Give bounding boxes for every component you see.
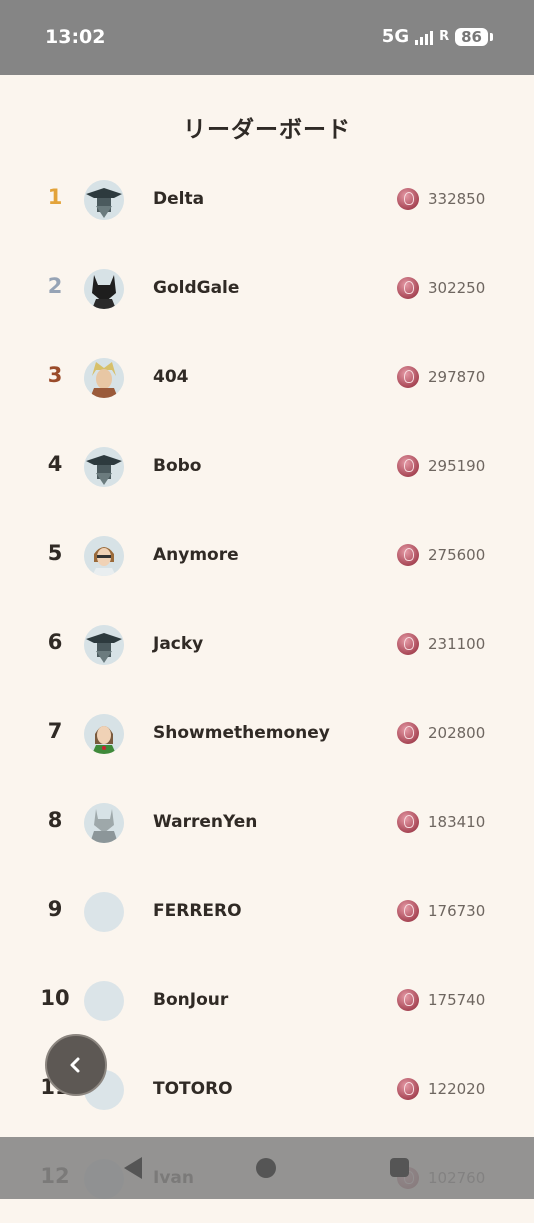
player-score: 332850 xyxy=(428,190,486,208)
avatar[interactable] xyxy=(84,981,124,1021)
player-name: TOTORO xyxy=(153,1079,233,1099)
player-name: GoldGale xyxy=(153,278,240,298)
leaderboard-row[interactable]: 3 404 297870 xyxy=(0,333,534,422)
rank-number: 8 xyxy=(47,808,63,832)
avatar[interactable] xyxy=(84,892,124,932)
player-score: 275600 xyxy=(428,546,486,564)
player-score: 302250 xyxy=(428,279,486,297)
leaderboard-row[interactable]: 1 Delta 332850 xyxy=(0,155,534,244)
player-score: 295190 xyxy=(428,457,486,475)
rank-number: 5 xyxy=(47,541,63,565)
avatar[interactable] xyxy=(84,180,124,220)
signal-icon xyxy=(415,29,434,45)
avatar[interactable] xyxy=(84,714,124,754)
player-name: FERRERO xyxy=(153,901,242,921)
system-nav-bar xyxy=(0,1137,534,1199)
avatar[interactable] xyxy=(84,803,124,843)
chevron-left-icon xyxy=(70,1057,80,1073)
coin-icon xyxy=(397,188,419,210)
player-score: 175740 xyxy=(428,991,486,1009)
player-name: 404 xyxy=(153,367,189,387)
nav-home-icon[interactable] xyxy=(256,1158,276,1178)
rank-number: 4 xyxy=(47,452,63,476)
leaderboard-row[interactable]: 4 Bobo 295190 xyxy=(0,422,534,511)
player-name: BonJour xyxy=(153,990,229,1010)
carrier-mark: R xyxy=(439,29,450,44)
network-type: 5G xyxy=(381,26,410,47)
rank-number: 10 xyxy=(40,986,70,1010)
coin-icon xyxy=(397,277,419,299)
player-name: Bobo xyxy=(153,456,202,476)
player-score: 122020 xyxy=(428,1080,486,1098)
leaderboard-row[interactable]: 8 WarrenYen 183410 xyxy=(0,778,534,867)
rank-number: 6 xyxy=(47,630,63,654)
avatar[interactable] xyxy=(84,447,124,487)
coin-icon xyxy=(397,989,419,1011)
coin-icon xyxy=(397,544,419,566)
leaderboard-row[interactable]: 2 GoldGale 302250 xyxy=(0,244,534,333)
player-score: 297870 xyxy=(428,368,486,386)
coin-icon xyxy=(397,900,419,922)
page-title: リーダーボード xyxy=(183,117,351,143)
coin-icon xyxy=(397,1078,419,1100)
coin-icon xyxy=(397,811,419,833)
leaderboard-row[interactable]: 10 BonJour 175740 xyxy=(0,956,534,1045)
player-score: 231100 xyxy=(428,635,486,653)
coin-icon xyxy=(397,722,419,744)
coin-icon xyxy=(397,366,419,388)
avatar[interactable] xyxy=(84,536,124,576)
leaderboard-row[interactable]: 6 Jacky 231100 xyxy=(0,600,534,689)
leaderboard-row[interactable]: 5 Anymore 275600 xyxy=(0,511,534,600)
coin-icon xyxy=(397,455,419,477)
avatar[interactable] xyxy=(84,625,124,665)
nav-recents-icon[interactable] xyxy=(390,1158,409,1177)
player-name: Delta xyxy=(153,189,205,209)
rank-number: 3 xyxy=(47,363,63,387)
avatar[interactable] xyxy=(84,269,124,309)
leaderboard-row[interactable]: 7 Showmethemoney 202800 xyxy=(0,689,534,778)
battery-icon: 86 xyxy=(455,27,493,46)
player-score: 176730 xyxy=(428,902,486,920)
player-name: Anymore xyxy=(153,545,239,565)
status-time: 13:02 xyxy=(45,26,106,48)
rank-number: 9 xyxy=(47,897,63,921)
rank-number: 7 xyxy=(47,719,63,743)
status-indicators: 5G R 86 xyxy=(381,26,493,47)
coin-icon xyxy=(397,633,419,655)
player-name: WarrenYen xyxy=(153,812,258,832)
player-score: 202800 xyxy=(428,724,486,742)
status-bar: 13:02 5G R 86 xyxy=(0,0,534,75)
nav-back-icon[interactable] xyxy=(124,1157,142,1179)
rank-number: 1 xyxy=(47,185,63,209)
avatar[interactable] xyxy=(84,358,124,398)
player-name: Showmethemoney xyxy=(153,723,330,743)
rank-number: 2 xyxy=(47,274,63,298)
player-name: Jacky xyxy=(153,634,204,654)
player-score: 183410 xyxy=(428,813,486,831)
back-button[interactable] xyxy=(45,1034,107,1096)
leaderboard-row[interactable]: 9 FERRERO 176730 xyxy=(0,867,534,956)
